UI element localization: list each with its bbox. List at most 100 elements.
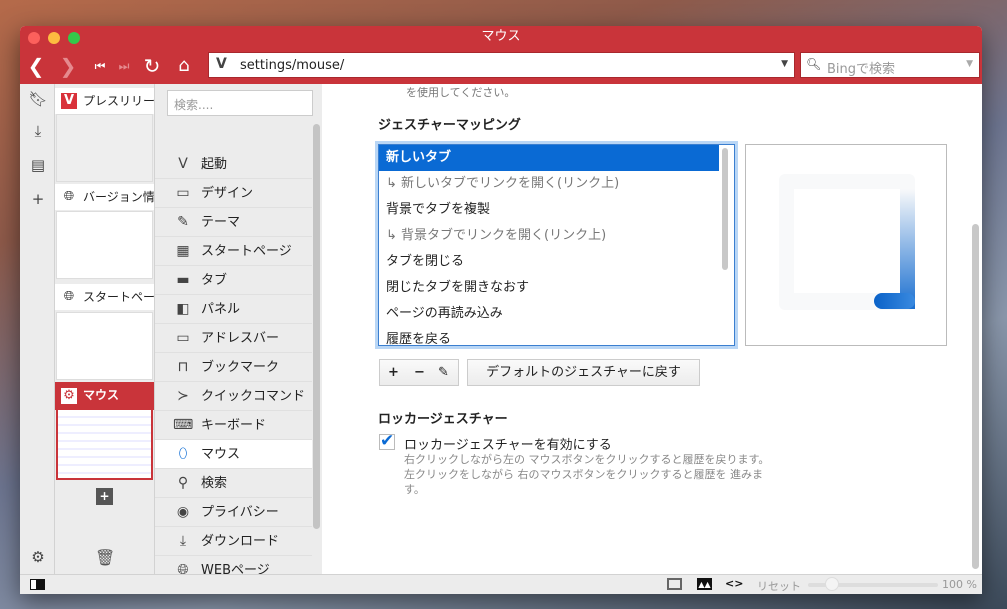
nav-item-label: タブ [201, 273, 228, 288]
notes-icon[interactable]: ▤ [28, 156, 48, 174]
trash-icon[interactable]: 🗑︎ [95, 548, 115, 567]
nav-item[interactable]: ⚲ 検索 [155, 469, 312, 498]
nav-item[interactable]: ⤓ ダウンロード [155, 527, 312, 556]
dropdown-icon[interactable]: ▼ [781, 59, 788, 69]
content-scrollbar[interactable] [972, 224, 979, 569]
desc-line: 左クリックをしながら 右のマウスボタンをクリックすると履歴を 進みま [404, 468, 763, 481]
nav-item[interactable]: ◉ プライバシー [155, 498, 312, 527]
fast-forward-button[interactable]: ⏭ [112, 54, 136, 78]
nav-item[interactable]: V 起動 [155, 150, 312, 179]
minimize-button[interactable] [48, 32, 60, 44]
grid-icon: ▦ [176, 243, 190, 259]
nav-item-label: テーマ [201, 215, 241, 230]
bookmark-icon: ⊓ [177, 359, 189, 375]
window-icon: ▭ [176, 185, 190, 201]
new-tab-button[interactable]: + [96, 488, 113, 505]
mouse-icon: ⬯ [178, 446, 188, 462]
gesture-list-scrollbar[interactable] [722, 148, 728, 270]
tab-item[interactable]: 🌐︎ スタートページ [55, 284, 154, 310]
tab-thumbnail[interactable] [56, 410, 153, 480]
gesture-item[interactable]: 閉じたタブを開きなおす [379, 275, 719, 301]
remove-gesture-button[interactable]: − [414, 360, 425, 385]
maximize-button[interactable] [68, 32, 80, 44]
gesture-item[interactable]: 新しいタブ [379, 145, 719, 171]
gesture-item[interactable]: ↳ 新しいタブでリンクを開く(リンク上) [379, 171, 719, 197]
gear-icon: ⚙ [61, 388, 77, 404]
close-button[interactable] [28, 32, 40, 44]
tab-title: バージョン情報 [83, 190, 154, 204]
tab-item-active[interactable]: ⚙ マウス [55, 382, 154, 410]
search-field[interactable]: 🔍︎ Bingで検索 ▼ [800, 52, 980, 78]
nav-scrollbar[interactable] [313, 124, 320, 529]
gesture-item[interactable]: タブを閉じる [379, 249, 719, 275]
download-icon: ⤓ [179, 533, 187, 549]
nav-item[interactable]: ⬯ マウス [155, 440, 312, 469]
nav-item-label: WEBページ [201, 563, 270, 574]
gesture-list[interactable]: 新しいタブ ↳ 新しいタブでリンクを開く(リンク上) 背景でタブを複製 ↳ 背景タブで… [378, 144, 735, 346]
nav-item[interactable]: ▭ アドレスバー [155, 324, 312, 353]
forward-button[interactable]: ❯ [56, 54, 80, 78]
nav-item-label: マウス [201, 447, 241, 462]
edit-gesture-button[interactable]: ✎ [438, 360, 449, 385]
tab-title: マウス [83, 388, 120, 402]
settings-content: を使用してください。 ジェスチャーマッピング 新しいタブ ↳ 新しいタブでリンクを… [322, 84, 982, 574]
nav-item[interactable]: ⊓ ブックマーク [155, 353, 312, 382]
zoom-slider-handle[interactable] [825, 577, 839, 591]
nav-item[interactable]: ▦ スタートページ [155, 237, 312, 266]
search-placeholder: Bingで検索 [827, 62, 896, 77]
nav-item[interactable]: ⌨ キーボード [155, 411, 312, 440]
dropdown-icon[interactable]: ▼ [966, 59, 973, 69]
title-bar: マウス [20, 26, 982, 48]
desc-line: 右クリックしながら左の マウスボタンをクリックすると履歴を戻ります。 [404, 453, 770, 466]
add-gesture-button[interactable]: + [388, 360, 399, 385]
images-icon[interactable]: ▲▲ [697, 578, 712, 590]
search-icon[interactable]: 🔍︎ [806, 57, 821, 71]
rocker-description: 右クリックしながら左の マウスボタンをクリックすると履歴を戻ります。 左クリック… [404, 452, 769, 497]
settings-search-input[interactable]: 検索.... [167, 90, 313, 116]
panel-toggle-icon[interactable] [30, 579, 45, 590]
nav-item[interactable]: 🌐︎ WEBページ [155, 556, 312, 574]
vivaldi-icon: V [61, 93, 77, 109]
nav-item[interactable]: ✎ テーマ [155, 208, 312, 237]
tab-item[interactable]: 🌐︎ バージョン情報 [55, 184, 154, 210]
tab-thumbnail[interactable] [56, 312, 153, 380]
zoom-reset-button[interactable]: リセット [757, 578, 801, 594]
reset-gestures-button[interactable]: デフォルトのジェスチャーに戻す [467, 359, 700, 386]
rocker-checkbox[interactable]: ✔ [379, 433, 395, 450]
window-icon[interactable] [667, 578, 682, 590]
settings-nav: 検索.... V 起動 ▭ デザイン ✎ テーマ ▦ スタートページ ▬ タブ ◧ パネル ▭ アドレスバ… [155, 84, 322, 574]
status-bar: ▲▲ <> リセット 100 % [20, 574, 982, 594]
tab-stack-panel: V プレスリリース 🌐︎ バージョン情報 🌐︎ スタートページ ⚙ マウス + 🗑︎ [55, 84, 155, 574]
back-button[interactable]: ❮ [24, 54, 48, 78]
gesture-item[interactable]: 履歴を戻る [379, 327, 719, 345]
gear-icon[interactable]: ⚙ [28, 548, 48, 566]
gesture-item[interactable]: 背景でタブを複製 [379, 197, 719, 223]
address-bar[interactable]: V settings/mouse/ ▼ [208, 52, 795, 78]
download-icon[interactable]: ⤓ [28, 122, 48, 140]
globe-icon: 🌐︎ [177, 562, 189, 574]
tab-item[interactable]: V プレスリリース [55, 88, 154, 114]
nav-item[interactable]: ≻ クイックコマンド [155, 382, 312, 411]
home-button[interactable]: ⌂ [172, 54, 196, 78]
tabs-icon: ▬ [176, 272, 190, 288]
rocker-checkbox-label[interactable]: ロッカージェスチャーを有効にする [404, 434, 612, 453]
nav-item[interactable]: ▭ デザイン [155, 179, 312, 208]
eye-icon: ◉ [176, 504, 190, 520]
nav-item-label: キーボード [201, 418, 267, 433]
nav-item[interactable]: ◧ パネル [155, 295, 312, 324]
reload-button[interactable]: ↻ [140, 54, 164, 78]
globe-icon: 🌐︎ [63, 189, 75, 204]
nav-item[interactable]: ▬ タブ [155, 266, 312, 295]
side-panel-bar: 🔖︎ ⤓ ▤ + ⚙ [20, 84, 55, 574]
add-panel-icon[interactable]: + [28, 190, 48, 208]
gesture-item[interactable]: ページの再読み込み [379, 301, 719, 327]
tab-thumbnail[interactable] [56, 114, 153, 182]
gesture-path-inner [794, 189, 900, 293]
rewind-button[interactable]: ⏮ [88, 54, 112, 78]
bookmark-icon[interactable]: 🔖︎ [28, 90, 48, 108]
code-icon[interactable]: <> [725, 577, 743, 590]
toolbar: ❮ ❯ ⏮ ⏭ ↻ ⌂ V settings/mouse/ ▼ 🔍︎ Bingで… [20, 48, 982, 84]
tab-thumbnail[interactable] [56, 211, 153, 279]
gesture-item[interactable]: ↳ 背景タブでリンクを開く(リンク上) [379, 223, 719, 249]
nav-item-label: クイックコマンド [201, 389, 306, 404]
